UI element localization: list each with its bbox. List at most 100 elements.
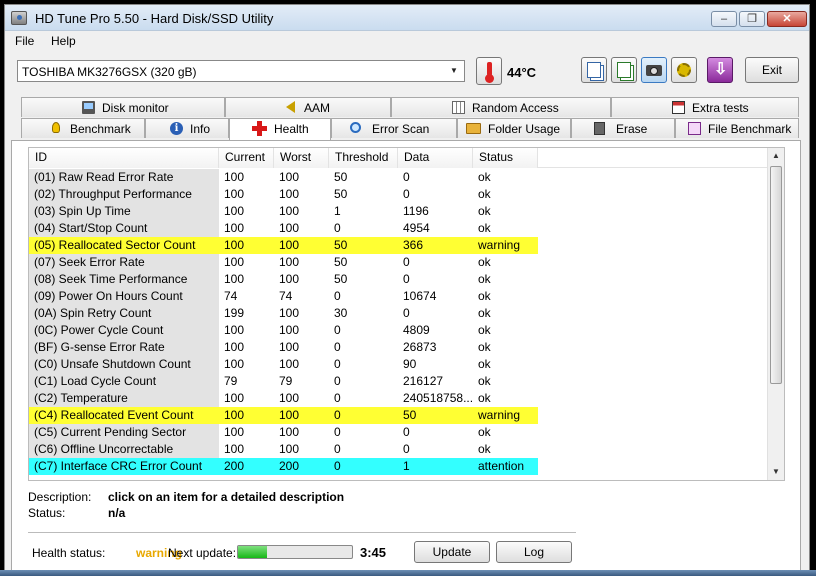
- cell-threshold: 0: [334, 340, 341, 354]
- maximize-button[interactable]: ❐: [739, 11, 765, 27]
- column-header-current[interactable]: Current: [219, 148, 274, 168]
- scroll-up-icon[interactable]: ▲: [768, 148, 784, 164]
- cell-worst: 100: [279, 323, 300, 337]
- cell-current: 100: [224, 170, 245, 184]
- cell-status: ok: [478, 204, 491, 218]
- temperature-button[interactable]: [476, 57, 502, 85]
- options-button[interactable]: [671, 57, 697, 83]
- cell-threshold: 0: [329, 407, 398, 424]
- magnifier-icon: [350, 122, 361, 133]
- table-row[interactable]: (01) Raw Read Error Rate 100 100 50 0 ok: [29, 169, 769, 186]
- table-row[interactable]: (09) Power On Hours Count 74 74 0 10674 ok: [29, 288, 769, 305]
- drive-select-value: TOSHIBA MK3276GSX (320 gB): [22, 65, 197, 79]
- title-bar[interactable]: HD Tune Pro 5.50 - Hard Disk/SSD Utility…: [5, 5, 809, 31]
- cell-threshold: 30: [334, 306, 348, 320]
- menu-help[interactable]: Help: [51, 34, 76, 48]
- tab-disk-monitor[interactable]: Disk monitor: [21, 97, 225, 117]
- cell-id: (C0) Unsafe Shutdown Count: [29, 356, 219, 373]
- menu-file[interactable]: File: [15, 34, 34, 48]
- column-header-id[interactable]: ID: [29, 148, 219, 168]
- table-row[interactable]: (C2) Temperature 100 100 0 240518758... ok: [29, 390, 769, 407]
- monitor-icon: [82, 101, 95, 114]
- camera-icon: [646, 65, 662, 76]
- cell-current: 100: [224, 187, 245, 201]
- table-row[interactable]: (08) Seek Time Performance 100 100 50 0 ok: [29, 271, 769, 288]
- table-row[interactable]: (0A) Spin Retry Count 199 100 30 0 ok: [29, 305, 769, 322]
- cell-data: 26873: [403, 340, 437, 354]
- drive-select[interactable]: TOSHIBA MK3276GSX (320 gB) ▼: [17, 60, 465, 82]
- benchmark-icon: [52, 122, 60, 133]
- description-area: Description: click on an item for a deta…: [12, 486, 800, 530]
- table-row[interactable]: (C7) Interface CRC Error Count 200 200 0 1 at…: [29, 458, 769, 475]
- app-window: HD Tune Pro 5.50 - Hard Disk/SSD Utility…: [4, 4, 810, 576]
- cell-status: ok: [478, 272, 491, 286]
- cell-status: ok: [478, 255, 491, 269]
- progress-fill: [238, 546, 267, 558]
- cell-data: 366: [398, 237, 473, 254]
- table-row[interactable]: (05) Reallocated Sector Count 100 100 50 366…: [29, 237, 769, 254]
- tab-label: Extra tests: [692, 101, 749, 115]
- cell-status: warning: [473, 407, 538, 424]
- cell-status: warning: [473, 237, 538, 254]
- tab-info[interactable]: i Info: [145, 118, 229, 138]
- table-row[interactable]: (C0) Unsafe Shutdown Count 100 100 0 90 ok: [29, 356, 769, 373]
- table-row[interactable]: (07) Seek Error Rate 100 100 50 0 ok: [29, 254, 769, 271]
- taskbar: [0, 570, 816, 576]
- tab-label: Error Scan: [372, 122, 430, 136]
- table-row[interactable]: (C5) Current Pending Sector 100 100 0 0 ok: [29, 424, 769, 441]
- column-header-data[interactable]: Data: [398, 148, 473, 168]
- table-row[interactable]: (04) Start/Stop Count 100 100 0 4954 ok: [29, 220, 769, 237]
- tab-benchmark[interactable]: Benchmark: [21, 118, 145, 138]
- cell-status: ok: [478, 357, 491, 371]
- status-label: Status:: [28, 506, 66, 520]
- scroll-thumb[interactable]: [770, 166, 782, 384]
- copy-text-button[interactable]: [581, 57, 607, 83]
- cell-threshold: 0: [329, 458, 398, 475]
- exit-button[interactable]: Exit: [745, 57, 799, 83]
- table-row[interactable]: (0C) Power Cycle Count 100 100 0 4809 ok: [29, 322, 769, 339]
- next-update-label: Next update:: [168, 546, 237, 560]
- cell-id: (04) Start/Stop Count: [29, 220, 219, 237]
- menu-bar: File Help: [5, 31, 809, 51]
- log-button[interactable]: Log: [496, 541, 572, 563]
- cell-id: (03) Spin Up Time: [29, 203, 219, 220]
- divider: [28, 532, 576, 533]
- save-button[interactable]: ⇩: [707, 57, 733, 83]
- tab-label: Random Access: [472, 101, 559, 115]
- tab-error-scan[interactable]: Error Scan: [331, 118, 457, 138]
- table-row[interactable]: (02) Throughput Performance 100 100 50 0 ok: [29, 186, 769, 203]
- cell-data: 240518758...: [403, 391, 473, 405]
- cell-worst: 100: [279, 170, 300, 184]
- screenshot-button[interactable]: [641, 57, 667, 83]
- scroll-down-icon[interactable]: ▼: [768, 464, 784, 480]
- cell-data: 216127: [403, 374, 444, 388]
- vertical-scrollbar[interactable]: ▲ ▼: [767, 148, 784, 480]
- table-row[interactable]: (BF) G-sense Error Rate 100 100 0 26873 ok: [29, 339, 769, 356]
- tab-erase[interactable]: Erase: [571, 118, 675, 138]
- cell-threshold: 0: [334, 357, 341, 371]
- update-button[interactable]: Update: [414, 541, 490, 563]
- tab-folder-usage[interactable]: Folder Usage: [457, 118, 571, 138]
- chevron-down-icon[interactable]: ▼: [446, 63, 462, 79]
- smart-table[interactable]: ID Current Worst Threshold Data Status (…: [28, 147, 785, 481]
- table-row[interactable]: (C6) Offline Uncorrectable 100 100 0 0 ok: [29, 441, 769, 458]
- minimize-button[interactable]: –: [711, 11, 737, 27]
- table-row[interactable]: (C4) Reallocated Event Count 100 100 0 50 war…: [29, 407, 769, 424]
- table-row[interactable]: (C1) Load Cycle Count 79 79 0 216127 ok: [29, 373, 769, 390]
- cell-current: 100: [224, 255, 245, 269]
- copy-screenshot-button[interactable]: [611, 57, 637, 83]
- tab-health[interactable]: Health: [229, 118, 331, 140]
- tab-file-benchmark[interactable]: File Benchmark: [675, 118, 799, 138]
- tab-extra-tests[interactable]: Extra tests: [611, 97, 799, 117]
- cell-data: 10674: [403, 289, 437, 303]
- table-row[interactable]: (03) Spin Up Time 100 100 1 1196 ok: [29, 203, 769, 220]
- cell-current: 100: [224, 272, 245, 286]
- column-header-threshold[interactable]: Threshold: [329, 148, 398, 168]
- tab-random-access[interactable]: Random Access: [391, 97, 611, 117]
- cell-data: 4954: [403, 221, 430, 235]
- cell-status: ok: [478, 391, 491, 405]
- tab-aam[interactable]: AAM: [225, 97, 391, 117]
- column-header-status[interactable]: Status: [473, 148, 538, 168]
- column-header-worst[interactable]: Worst: [274, 148, 329, 168]
- close-button[interactable]: ✕: [767, 11, 807, 27]
